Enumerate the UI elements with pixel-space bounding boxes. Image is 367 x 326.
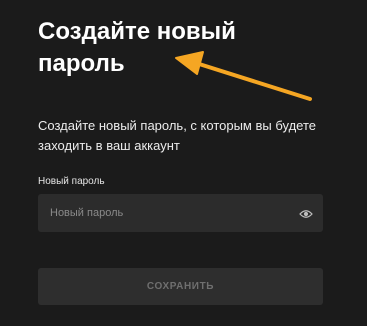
new-password-field (38, 194, 323, 232)
save-button[interactable]: СОХРАНИТЬ (38, 268, 323, 305)
page-title: Создайте новый пароль (38, 18, 236, 77)
page-subtitle: Создайте новый пароль, с которым вы буде… (38, 118, 316, 153)
eye-icon[interactable] (299, 207, 313, 219)
new-password-input[interactable] (38, 194, 323, 232)
password-field-label: Новый пароль (38, 176, 105, 187)
